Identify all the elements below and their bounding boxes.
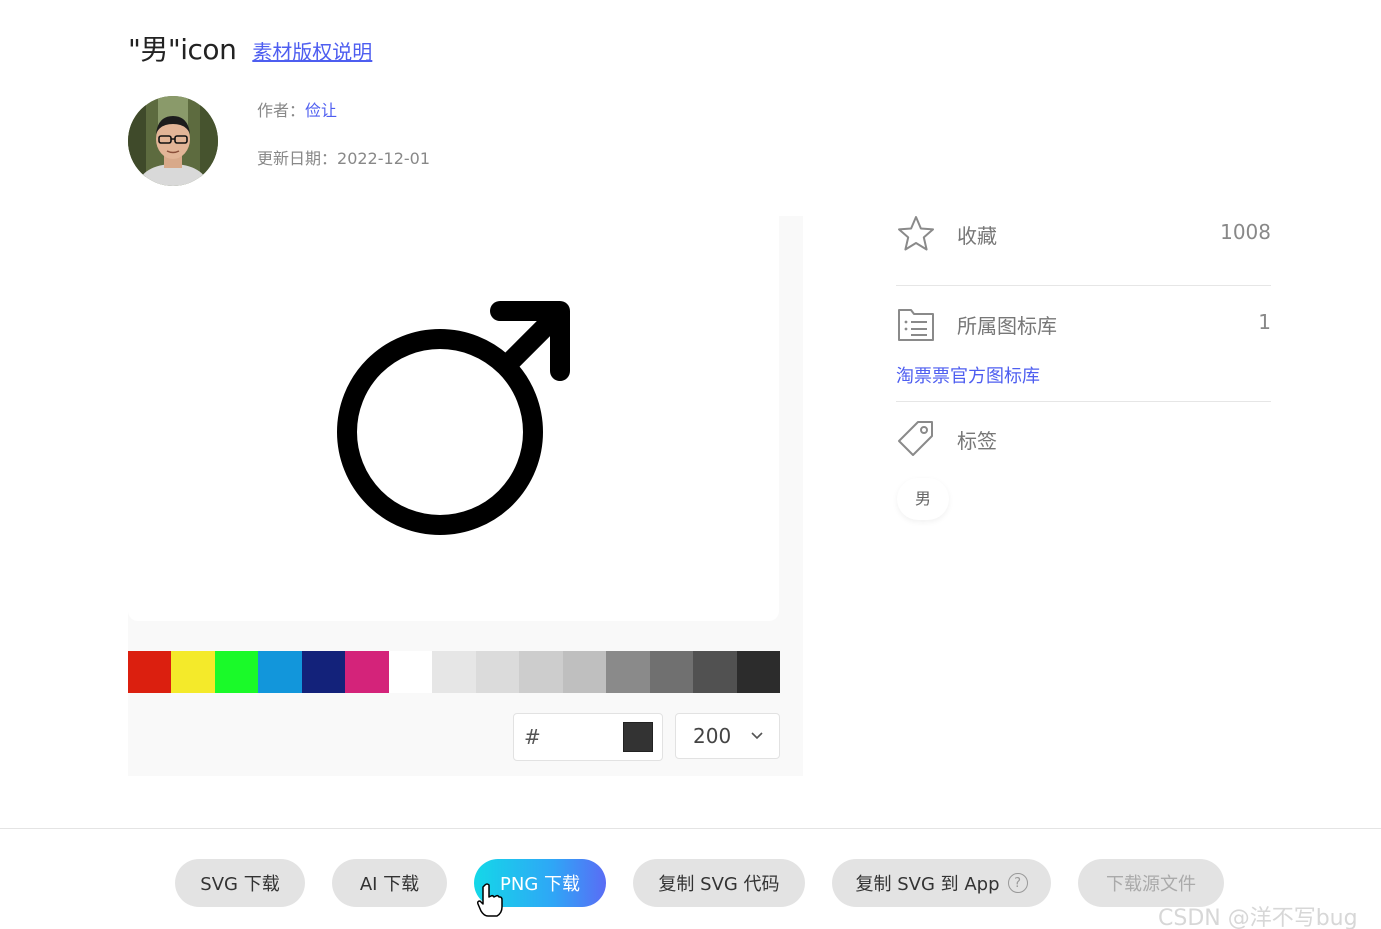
hex-color-input[interactable]: [544, 722, 614, 752]
avatar[interactable]: [128, 96, 218, 186]
author-line: 作者：俭让: [257, 97, 337, 121]
size-select[interactable]: 200: [675, 713, 780, 759]
list-icon: [898, 309, 934, 341]
star-icon[interactable]: [896, 214, 936, 254]
current-color-swatch[interactable]: [623, 722, 653, 752]
library-link[interactable]: 淘票票官方图标库: [896, 362, 1040, 388]
chevron-down-icon: [751, 732, 763, 740]
copy-svg-to-app-label: 复制 SVG 到 App: [855, 874, 1000, 895]
author-label: 作者：: [257, 101, 306, 120]
date-line: 更新日期：2022-12-01: [257, 145, 430, 169]
tags-row: 标签: [896, 419, 1271, 459]
color-swatch[interactable]: [562, 651, 607, 693]
divider: [896, 401, 1271, 402]
copy-svg-to-app-button[interactable]: 复制 SVG 到 App ?: [832, 859, 1051, 907]
color-swatch[interactable]: [171, 651, 215, 693]
page-title: "男"icon: [128, 33, 237, 66]
copy-svg-code-button[interactable]: 复制 SVG 代码: [633, 859, 805, 907]
hash-symbol: #: [524, 725, 541, 749]
color-swatch[interactable]: [432, 651, 476, 693]
color-swatch[interactable]: [519, 651, 563, 693]
icon-editor: # 200: [128, 216, 803, 776]
library-row: 所属图标库 1: [896, 304, 1271, 344]
update-date: 2022-12-01: [337, 149, 430, 168]
avatar-image: [128, 96, 218, 186]
ai-download-button[interactable]: AI 下载: [332, 859, 447, 907]
divider: [896, 285, 1271, 286]
color-swatch[interactable]: [258, 651, 302, 693]
date-label: 更新日期：: [257, 149, 338, 168]
footer-divider: [0, 828, 1381, 829]
author-name-link[interactable]: 俭让: [305, 101, 337, 120]
color-swatch[interactable]: [128, 651, 172, 693]
color-palette: [128, 651, 781, 693]
hex-color-field[interactable]: #: [513, 713, 663, 761]
color-swatch[interactable]: [214, 651, 259, 693]
color-swatch[interactable]: [388, 651, 433, 693]
title-row: "男"icon 素材版权说明: [128, 28, 372, 68]
license-link[interactable]: 素材版权说明: [252, 36, 372, 65]
male-symbol-icon: [337, 301, 570, 535]
color-swatch[interactable]: [475, 651, 520, 693]
svg-download-button[interactable]: SVG 下载: [175, 859, 305, 907]
hand-cursor-icon: [477, 883, 503, 917]
tag-chip[interactable]: 男: [897, 478, 949, 520]
help-icon[interactable]: ?: [1007, 873, 1028, 893]
favorite-row[interactable]: 收藏 1008: [896, 214, 1271, 254]
size-value: 200: [693, 724, 732, 748]
icon-preview: [128, 216, 779, 621]
color-swatch[interactable]: [693, 651, 737, 693]
tag-icon: [898, 421, 933, 456]
library-count: 1: [1258, 310, 1271, 334]
color-swatch[interactable]: [736, 651, 781, 693]
favorite-count: 1008: [1220, 220, 1271, 244]
favorite-label: 收藏: [957, 224, 997, 248]
color-swatch[interactable]: [345, 651, 389, 693]
color-swatch[interactable]: [301, 651, 346, 693]
tags-label: 标签: [957, 429, 997, 453]
color-swatch[interactable]: [649, 651, 694, 693]
library-label: 所属图标库: [957, 314, 1057, 338]
watermark-text: CSDN @洋不写bug: [1158, 906, 1358, 929]
color-swatch[interactable]: [606, 651, 650, 693]
